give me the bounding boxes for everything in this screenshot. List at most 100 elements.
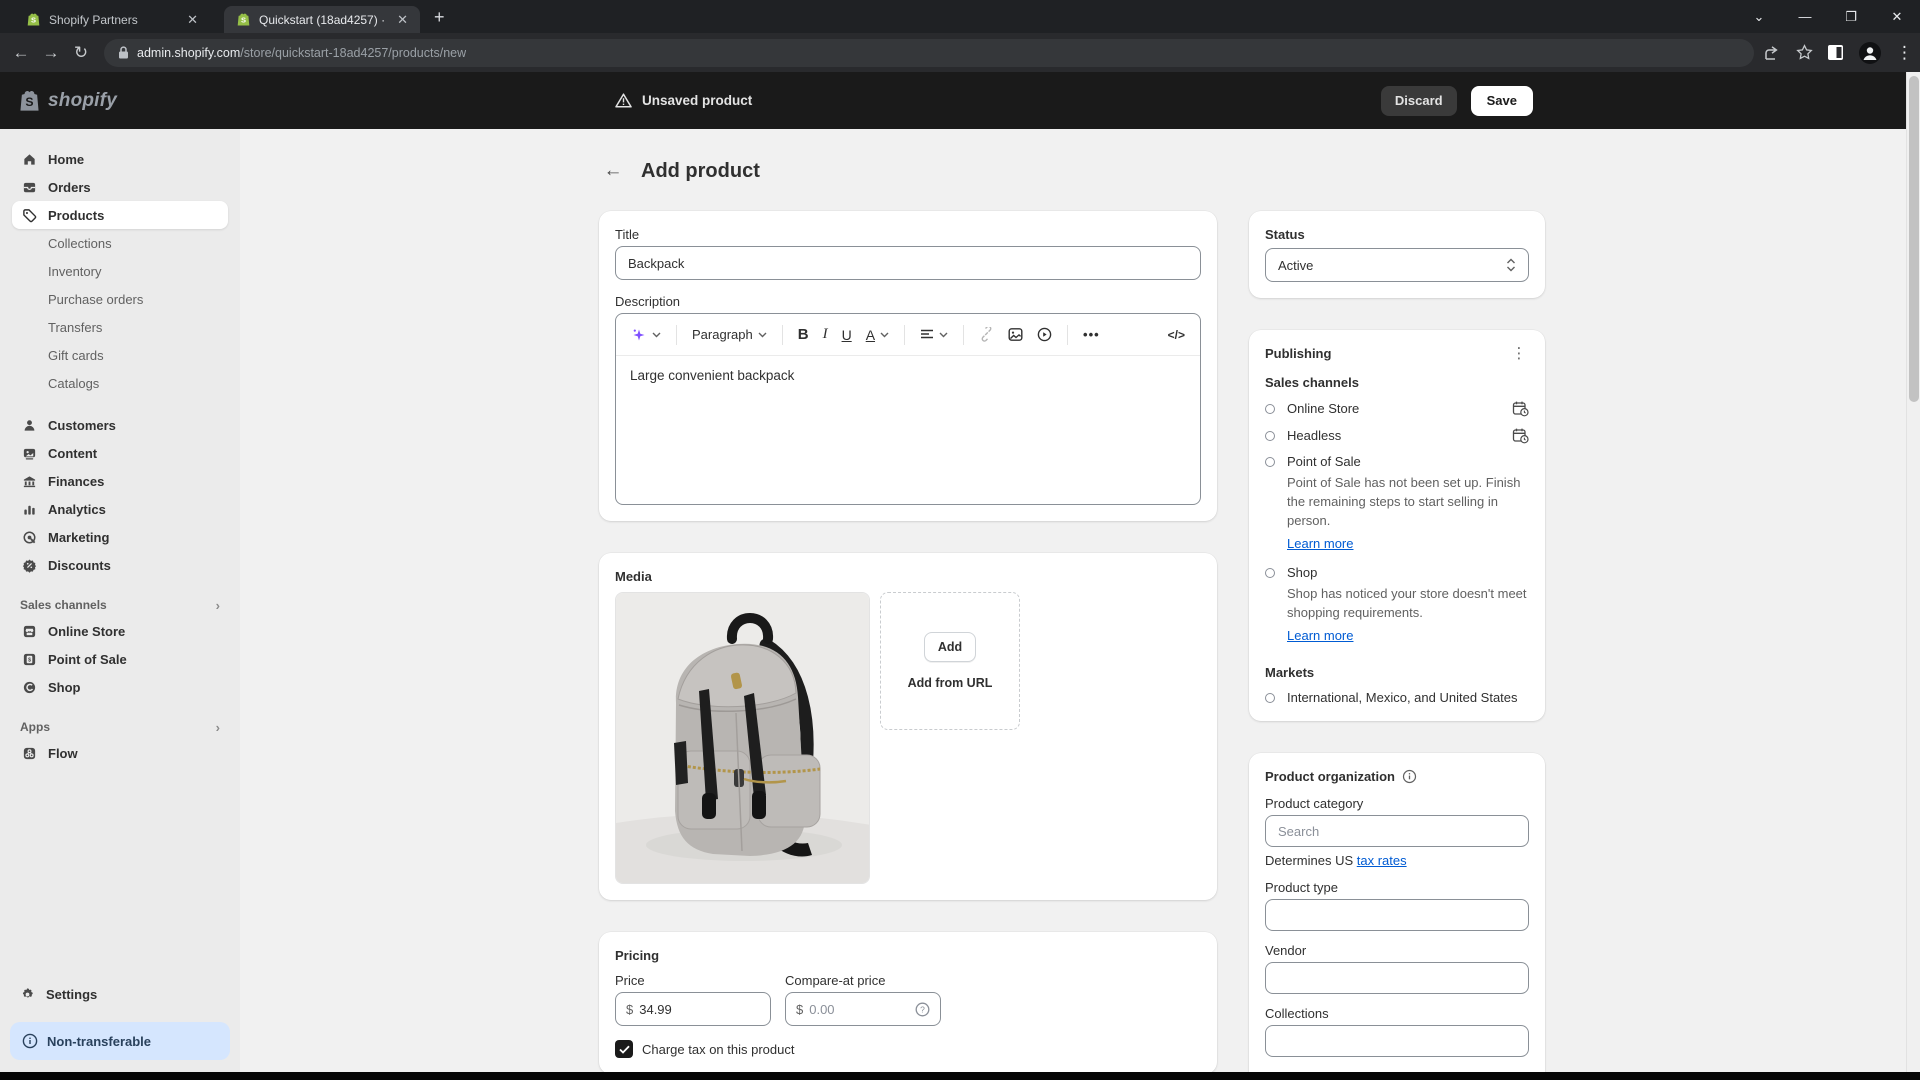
compare-price-input[interactable]	[809, 1002, 909, 1017]
add-media-button[interactable]: Add	[924, 632, 976, 662]
underline-button[interactable]: U	[837, 321, 857, 349]
sidebar-item-collections[interactable]: Collections	[12, 229, 228, 257]
collections-input[interactable]	[1265, 1025, 1529, 1057]
channel-name: Headless	[1287, 428, 1500, 443]
sidebar-item-transfers[interactable]: Transfers	[12, 313, 228, 341]
non-transferable-badge[interactable]: Non-transferable	[10, 1022, 230, 1060]
charge-tax-checkbox[interactable]	[615, 1040, 633, 1058]
channel-online-store: Online Store	[1265, 400, 1529, 417]
tab-quickstart-products[interactable]: S Quickstart (18ad4257) · Products ✕	[224, 6, 420, 33]
schedule-calendar-icon[interactable]	[1512, 400, 1529, 417]
shopify-logo[interactable]: S shopify	[18, 88, 240, 113]
sidebar-item-finances[interactable]: Finances	[12, 467, 228, 495]
sidebar-item-marketing[interactable]: Marketing	[12, 523, 228, 551]
window-close-button[interactable]: ✕	[1874, 9, 1920, 25]
markets-value: International, Mexico, and United States	[1287, 690, 1529, 705]
sidebar-item-flow[interactable]: Flow	[12, 739, 228, 767]
learn-more-link[interactable]: Learn more	[1287, 536, 1353, 551]
bookmark-star-icon[interactable]	[1796, 44, 1813, 61]
sidebar-item-settings[interactable]: Settings	[10, 980, 230, 1008]
link-button[interactable]	[974, 321, 999, 349]
side-panel-icon[interactable]	[1827, 44, 1844, 61]
align-left-icon	[920, 329, 934, 341]
description-textarea[interactable]: Large convenient backpack	[616, 356, 1200, 504]
profile-avatar[interactable]	[1858, 41, 1882, 65]
products-tag-icon	[20, 208, 38, 223]
italic-button[interactable]: I	[818, 321, 833, 349]
insert-video-button[interactable]	[1032, 321, 1057, 349]
show-html-button[interactable]: </>	[1163, 321, 1190, 349]
publishing-menu-icon[interactable]: ⋮	[1509, 351, 1529, 357]
status-select[interactable]: Active	[1265, 248, 1529, 282]
bold-button[interactable]: B	[793, 321, 814, 349]
pricing-card: Pricing Price $ Compare-at price	[599, 932, 1217, 1072]
play-circle-icon	[1037, 327, 1052, 342]
collections-label: Collections	[1265, 1006, 1529, 1021]
shopify-bag-icon: S	[18, 88, 41, 113]
back-button[interactable]: ←	[6, 43, 36, 63]
page-scrollbar[interactable]	[1906, 72, 1920, 1072]
share-icon[interactable]	[1764, 45, 1782, 61]
sidebar-item-purchase-orders[interactable]: Purchase orders	[12, 285, 228, 313]
insert-image-button[interactable]	[1003, 321, 1028, 349]
chevron-down-icon	[758, 332, 767, 338]
schedule-calendar-icon[interactable]	[1512, 427, 1529, 444]
sidebar-item-online-store[interactable]: Online Store	[12, 617, 228, 645]
sidebar-item-discounts[interactable]: Discounts	[12, 551, 228, 579]
help-question-icon[interactable]: ?	[915, 1002, 930, 1017]
product-type-input[interactable]	[1265, 899, 1529, 931]
sidebar-item-products[interactable]: Products	[12, 201, 228, 229]
back-arrow-button[interactable]: ←	[599, 157, 627, 185]
sidebar-item-customers[interactable]: Customers	[12, 411, 228, 439]
sidebar-item-orders[interactable]: Orders	[12, 173, 228, 201]
channel-shop: Shop	[1265, 565, 1529, 580]
add-from-url-button[interactable]: Add from URL	[908, 676, 993, 690]
sidebar-item-content[interactable]: Content	[12, 439, 228, 467]
discard-button[interactable]: Discard	[1381, 86, 1457, 116]
scrollbar-thumb[interactable]	[1909, 76, 1919, 402]
sidebar-item-catalogs[interactable]: Catalogs	[12, 369, 228, 397]
tab-shopify-partners[interactable]: S Shopify Partners ✕	[14, 6, 210, 33]
reload-button[interactable]: ↻	[66, 43, 96, 63]
info-icon[interactable]	[1402, 769, 1417, 784]
lock-icon	[118, 46, 129, 59]
tab-close-icon[interactable]: ✕	[395, 12, 410, 28]
sidebar-item-analytics[interactable]: Analytics	[12, 495, 228, 523]
price-input[interactable]	[639, 1002, 760, 1017]
svg-text:S: S	[25, 95, 33, 109]
tax-note: Determines US tax rates	[1265, 853, 1529, 868]
browser-menu-icon[interactable]: ⋮	[1896, 43, 1908, 63]
more-formatting-button[interactable]: •••	[1078, 321, 1105, 349]
title-input[interactable]	[615, 246, 1201, 280]
tax-rates-link[interactable]: tax rates	[1357, 853, 1407, 868]
toolbar-actions: ⋮	[1764, 41, 1908, 65]
vendor-input[interactable]	[1265, 962, 1529, 994]
window-chevron-icon[interactable]: ⌄	[1736, 9, 1782, 25]
sidebar-item-inventory[interactable]: Inventory	[12, 257, 228, 285]
product-image-backpack[interactable]	[615, 592, 870, 884]
sidebar-item-shop[interactable]: Shop	[12, 673, 228, 701]
apps-header-label: Apps	[20, 720, 50, 734]
sidebar-item-point-of-sale[interactable]: $ Point of Sale	[12, 645, 228, 673]
side-column: Status Active Publishing ⋮ Sales channel…	[1249, 211, 1545, 1072]
sidebar-item-gift-cards[interactable]: Gift cards	[12, 341, 228, 369]
alignment-button[interactable]	[915, 321, 953, 349]
text-color-icon: A	[866, 327, 875, 343]
window-restore-button[interactable]: ❐	[1828, 9, 1874, 25]
address-bar[interactable]: admin.shopify.com/store/quickstart-18ad4…	[104, 39, 1754, 67]
ai-magic-button[interactable]	[626, 321, 666, 349]
tab-title: Shopify Partners	[49, 13, 177, 27]
new-tab-button[interactable]: +	[434, 7, 445, 28]
tab-close-icon[interactable]: ✕	[185, 12, 200, 28]
sales-channels-header[interactable]: Sales channels ›	[20, 593, 220, 617]
publishing-title: Publishing	[1265, 346, 1331, 361]
save-button[interactable]: Save	[1471, 86, 1533, 116]
window-minimize-button[interactable]: —	[1782, 9, 1828, 24]
paragraph-style-button[interactable]: Paragraph	[687, 321, 772, 349]
sidebar-item-home[interactable]: Home	[12, 145, 228, 173]
apps-header[interactable]: Apps ›	[20, 715, 220, 739]
product-category-input[interactable]	[1265, 815, 1529, 847]
text-color-button[interactable]: A	[861, 321, 894, 349]
learn-more-link[interactable]: Learn more	[1287, 628, 1353, 643]
forward-button[interactable]: →	[36, 43, 66, 63]
